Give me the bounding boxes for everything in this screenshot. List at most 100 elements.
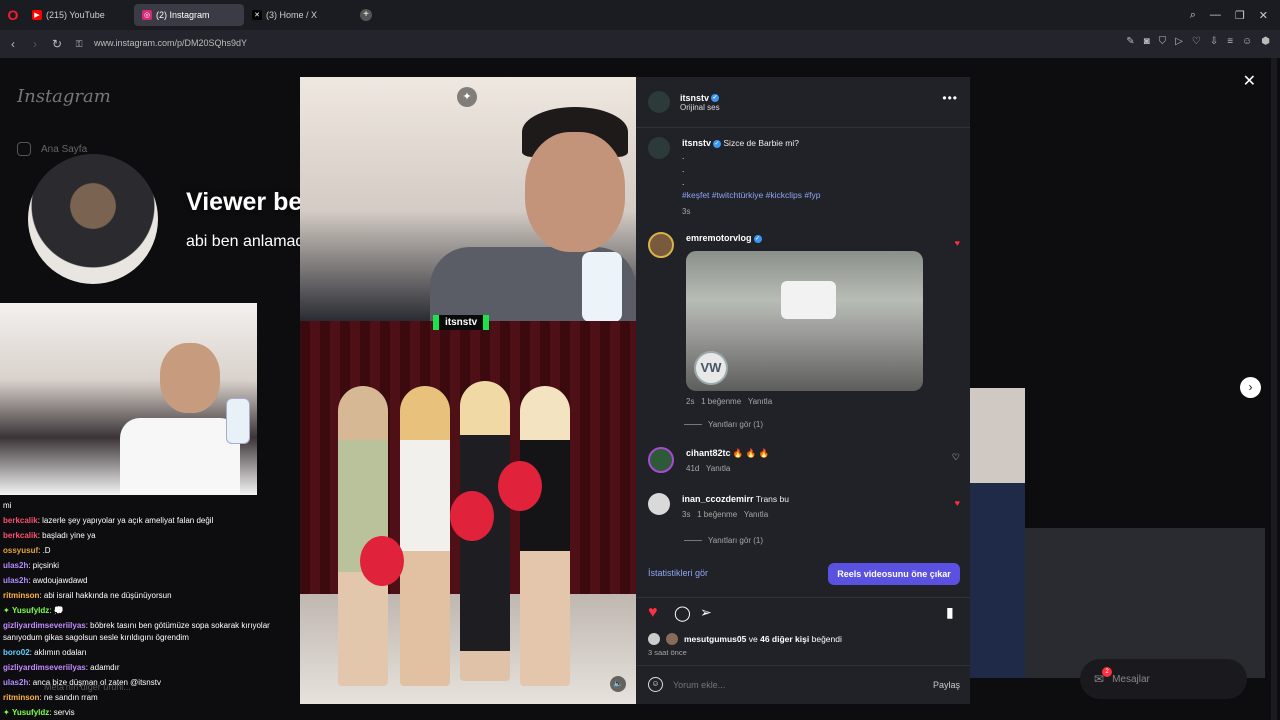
messages-label: Mesajlar — [1112, 673, 1150, 685]
avatar[interactable] — [648, 232, 674, 258]
view-replies[interactable]: Yanıtları gör (1) — [684, 536, 763, 545]
camera-icon[interactable]: ◙ — [1144, 36, 1150, 47]
tab-label: (3) Home / X — [266, 10, 318, 20]
background-thumbnail[interactable] — [970, 483, 1025, 678]
scrollbar[interactable] — [1271, 58, 1277, 720]
comment-time: 41d — [686, 464, 700, 473]
tab-label: (215) YouTube — [46, 10, 105, 20]
comment-icon[interactable]: ◯ — [674, 604, 691, 622]
instagram-icon: ◎ — [142, 10, 152, 20]
page-content: Instagram Ana Sayfa Viewer berkay2can bl… — [0, 58, 1280, 720]
verified-icon: ✓ — [711, 94, 720, 103]
comment-author[interactable]: cihant82tc — [686, 448, 731, 458]
avatar[interactable] — [648, 91, 670, 113]
chat-line: gizliyardimseveriilyas: adamdır — [3, 663, 120, 672]
new-tab-button[interactable]: + — [360, 9, 372, 21]
avatar — [666, 633, 678, 645]
comment: inan_ccozdemirr Trans bu 3s 1 beğenme Ya… — [648, 493, 958, 521]
maximize-button[interactable]: ❐ — [1235, 9, 1245, 22]
audio-label[interactable]: Orijinal ses — [680, 103, 720, 112]
background-thumbnail[interactable] — [970, 388, 1025, 483]
mute-icon[interactable]: 🔈 — [610, 676, 626, 692]
search-icon[interactable]: ⌕ — [1190, 9, 1196, 22]
close-window-button[interactable]: ✕ — [1259, 9, 1268, 22]
car-image — [781, 281, 836, 319]
reply-button[interactable]: Yanıtla — [706, 464, 730, 473]
comment-likes[interactable]: 1 beğenme — [701, 397, 741, 406]
minimize-button[interactable]: — — [1210, 9, 1221, 21]
balloon — [360, 536, 404, 586]
streamer-face — [160, 343, 220, 413]
view-insights-link[interactable]: İstatistikleri gör — [648, 568, 708, 578]
verified-icon: ✓ — [713, 139, 722, 148]
security-icon: ⚿ — [75, 38, 83, 49]
streamer-shirt — [120, 418, 240, 495]
reel-video[interactable]: ✦ itsnstv 🔈 — [300, 77, 636, 704]
forward-icon[interactable]: › — [24, 37, 46, 51]
edit-icon[interactable]: ✎ — [1126, 36, 1134, 47]
address-bar-tools: ✎ ◙ ⛉ ▷ ♡ ⇩ ≡ ☺ ⬢ — [1126, 36, 1270, 47]
caption-line: . — [682, 151, 685, 161]
view-replies[interactable]: Yanıtları gör (1) — [684, 420, 763, 429]
back-icon[interactable]: ‹ — [2, 37, 24, 51]
comment-input[interactable] — [673, 679, 913, 690]
more-options-icon[interactable]: ••• — [942, 91, 958, 105]
avatar[interactable] — [648, 137, 670, 159]
avatar[interactable] — [648, 493, 670, 515]
verified-icon: ✓ — [753, 234, 762, 243]
liker-name[interactable]: mesutgumus05 — [684, 634, 746, 644]
opera-logo-icon[interactable]: O — [2, 4, 24, 26]
background-thumbnail[interactable] — [1025, 528, 1265, 678]
play-icon[interactable]: ▷ — [1175, 36, 1183, 47]
shield-icon[interactable]: ⛉ — [1159, 36, 1167, 47]
comment-author[interactable]: emremotorvlog — [686, 233, 752, 243]
tab-youtube[interactable]: ▶ (215) YouTube — [24, 4, 134, 26]
heart-icon[interactable]: ♡ — [1192, 36, 1201, 47]
sidebar-item-home[interactable]: Ana Sayfa — [17, 142, 137, 156]
caption-line: . — [682, 177, 685, 187]
share-icon[interactable]: ➢ — [700, 604, 712, 621]
comment-gif[interactable]: VW — [686, 251, 923, 391]
comment-likes[interactable]: 1 beğenme — [697, 510, 737, 519]
comment-like-icon[interactable]: ♥ — [955, 238, 960, 248]
reload-icon[interactable]: ↻ — [46, 37, 68, 51]
person — [400, 386, 450, 686]
chat-line: ✦ Yusufyldz: 💭 — [3, 606, 64, 615]
instagram-logo[interactable]: Instagram — [17, 86, 111, 107]
extensions-icon[interactable]: ⬢ — [1261, 36, 1270, 47]
liked-by: mesutgumus05 ve 46 diğer kişi beğendi — [648, 633, 842, 645]
hashtags[interactable]: #keşfet #twitchtürkiye #kickclips #fyp — [682, 189, 820, 202]
reply-button[interactable]: Yanıtla — [744, 510, 768, 519]
comment-author[interactable]: inan_ccozdemirr — [682, 494, 754, 504]
balloon — [450, 491, 494, 541]
like-icon[interactable]: ♥ — [648, 604, 658, 622]
post-author[interactable]: itsnstv ✓ — [680, 93, 720, 103]
youtube-icon: ▶ — [32, 10, 42, 20]
reply-button[interactable]: Yanıtla — [748, 397, 772, 406]
boost-reel-button[interactable]: Reels videosunu öne çıkar — [828, 563, 960, 585]
caption-text: Sizce de Barbie mi? — [723, 138, 799, 148]
likes-count[interactable]: 46 diğer kişi — [760, 634, 809, 644]
url-field[interactable]: www.instagram.com/p/DM20SQhs9dY — [94, 38, 247, 48]
comment-composer: ☺ Paylaş — [648, 677, 960, 692]
caption-author[interactable]: itsnstv — [682, 138, 711, 148]
menu-icon[interactable]: ≡ — [1227, 36, 1233, 47]
post-comment-button[interactable]: Paylaş — [933, 680, 960, 690]
tab-label: (2) Instagram — [156, 10, 210, 20]
messages-button[interactable]: ✉ 2 Mesajlar — [1080, 659, 1247, 699]
avatar[interactable] — [648, 447, 674, 473]
save-icon[interactable]: ▮ — [946, 604, 954, 621]
download-icon[interactable]: ⇩ — [1210, 36, 1218, 47]
profile-icon[interactable]: ☺ — [1242, 36, 1252, 47]
chat-line: ✦ Yusufyldz: servis — [3, 708, 75, 717]
sparkle-icon[interactable]: ✦ — [457, 87, 477, 107]
comment-time: 3s — [682, 510, 691, 519]
comment-like-icon[interactable]: ♥ — [955, 498, 960, 508]
tab-x[interactable]: ✕ (3) Home / X — [244, 4, 354, 26]
next-post-icon[interactable]: › — [1240, 377, 1261, 398]
close-icon[interactable]: ✕ — [1243, 71, 1256, 91]
comment-like-icon[interactable]: ♡ — [952, 452, 960, 463]
tab-instagram[interactable]: ◎ (2) Instagram — [134, 4, 244, 26]
emoji-icon[interactable]: ☺ — [648, 677, 663, 692]
sidebar-item-label: Ana Sayfa — [41, 143, 88, 155]
